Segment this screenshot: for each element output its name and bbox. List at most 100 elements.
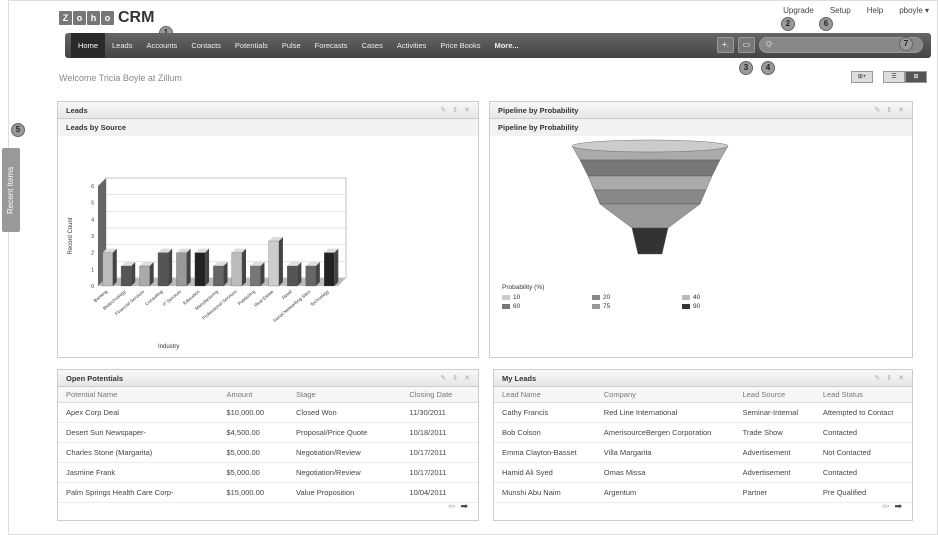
- record-link[interactable]: Bob Colson: [494, 422, 596, 443]
- potential-row[interactable]: Desert Sun Newspaper- $4,500.00 Proposal/P…: [58, 422, 478, 443]
- bar[interactable]: [305, 265, 316, 287]
- bar[interactable]: [287, 265, 298, 287]
- table-cell: Seminar-Internal: [734, 402, 815, 423]
- tab-activities[interactable]: Activities: [390, 33, 434, 58]
- edit-icon[interactable]: ✎: [440, 106, 446, 114]
- table-cell: AmerisourceBergen Corporation: [595, 422, 735, 443]
- funnel-segment[interactable]: [587, 175, 713, 191]
- grid-view-icon[interactable]: ⊞: [905, 71, 927, 83]
- lead-row[interactable]: Bob Colson AmerisourceBergen Corporation T…: [494, 422, 912, 443]
- myleads-pager: ⇦ ➡: [882, 501, 902, 512]
- bar[interactable]: [194, 252, 206, 287]
- setup-link[interactable]: Setup: [830, 6, 851, 15]
- bar[interactable]: [231, 252, 243, 287]
- tab-forecasts[interactable]: Forecasts: [308, 33, 355, 58]
- recent-items-tab[interactable]: Recent Items: [2, 148, 20, 232]
- close-icon[interactable]: ✕: [898, 106, 904, 114]
- record-link[interactable]: Charles Stone (Margarita): [58, 442, 219, 463]
- edit-icon[interactable]: ✎: [874, 106, 880, 114]
- column-header[interactable]: Company: [595, 387, 735, 403]
- myleads-panel-title: My Leads: [502, 373, 537, 383]
- move-icon[interactable]: ⇕: [452, 374, 458, 382]
- column-header[interactable]: Stage: [288, 387, 402, 403]
- y-axis-label: Record Count: [68, 217, 74, 254]
- tab-accounts[interactable]: Accounts: [139, 33, 184, 58]
- funnel-segment[interactable]: [579, 159, 721, 177]
- potential-row[interactable]: Charles Stone (Margarita) $5,000.00 Negoti…: [58, 442, 478, 463]
- bar[interactable]: [120, 265, 132, 287]
- bar[interactable]: [139, 265, 150, 287]
- record-link[interactable]: Emma Clayton-Basset: [494, 442, 596, 463]
- record-link[interactable]: Munshi Abu Naim: [494, 482, 596, 503]
- record-link[interactable]: Apex Corp Deal: [58, 402, 219, 423]
- bar[interactable]: [176, 252, 187, 287]
- help-link[interactable]: Help: [867, 6, 883, 15]
- close-icon[interactable]: ✕: [464, 374, 470, 382]
- next-page-icon[interactable]: ➡: [894, 501, 902, 512]
- funnel-segment[interactable]: [631, 227, 669, 255]
- tab-contacts[interactable]: Contacts: [184, 33, 228, 58]
- table-cell: Closed Won: [288, 402, 402, 423]
- table-cell: $5,000.00: [218, 462, 289, 483]
- lead-row[interactable]: Emma Clayton-Basset Villa Margarita Advert…: [494, 442, 912, 463]
- prev-page-icon[interactable]: ⇦: [448, 501, 456, 512]
- record-link[interactable]: Hamid Ali Syed: [494, 462, 596, 483]
- x-axis-label: Industry: [158, 344, 179, 350]
- potential-row[interactable]: Palm Springs Health Care Corp- $15,000.00…: [58, 482, 478, 503]
- zoho-crm-logo[interactable]: Z o h o CRM: [59, 9, 154, 27]
- tab-more[interactable]: More...: [487, 33, 525, 58]
- move-icon[interactable]: ⇕: [452, 106, 458, 114]
- add-component-button[interactable]: ⊞+: [851, 71, 873, 83]
- column-header[interactable]: Amount: [218, 387, 289, 403]
- bar[interactable]: [102, 252, 113, 287]
- tab-home[interactable]: Home: [71, 33, 106, 58]
- lead-row[interactable]: Munshi Abu Naim Argentum Partner Pre Qualif…: [494, 482, 912, 503]
- edit-icon[interactable]: ✎: [874, 374, 880, 382]
- y-tick-label: 1: [91, 267, 94, 273]
- tab-pulse[interactable]: Pulse: [275, 33, 308, 58]
- record-link[interactable]: Palm Springs Health Care Corp-: [58, 482, 219, 503]
- move-icon[interactable]: ⇕: [886, 106, 892, 114]
- table-cell: Contacted: [814, 462, 912, 483]
- prev-page-icon[interactable]: ⇦: [882, 501, 890, 512]
- edit-icon[interactable]: ✎: [440, 374, 446, 382]
- table-cell: Partner: [734, 482, 815, 503]
- lead-row[interactable]: Hamid Ali Syed Omas Missa Advertisement Con…: [494, 462, 912, 483]
- column-header[interactable]: Lead Name: [494, 387, 596, 403]
- bar[interactable]: [157, 252, 169, 287]
- y-tick-label: 4: [91, 217, 94, 223]
- close-icon[interactable]: ✕: [464, 106, 470, 114]
- move-icon[interactable]: ⇕: [886, 374, 892, 382]
- y-tick-label: 3: [91, 234, 94, 240]
- funnel-segment[interactable]: [593, 189, 707, 205]
- bar[interactable]: [268, 240, 280, 287]
- upgrade-link[interactable]: Upgrade: [783, 6, 814, 15]
- user-menu[interactable]: pboyle ▾: [899, 6, 929, 15]
- list-view-icon[interactable]: ☰: [883, 71, 905, 83]
- tab-potentials[interactable]: Potentials: [228, 33, 275, 58]
- column-header[interactable]: Lead Status: [814, 387, 912, 403]
- bar[interactable]: [213, 265, 224, 287]
- tab-cases[interactable]: Cases: [355, 33, 390, 58]
- record-link[interactable]: Jasmine Frank: [58, 462, 219, 483]
- lead-row[interactable]: Cathy Francis Red Line International Semin…: [494, 402, 912, 423]
- legend-swatch: [502, 304, 510, 309]
- close-icon[interactable]: ✕: [898, 374, 904, 382]
- next-page-icon[interactable]: ➡: [460, 501, 468, 512]
- bar[interactable]: [324, 252, 335, 287]
- funnel-segment[interactable]: [599, 203, 701, 229]
- record-link[interactable]: Cathy Francis: [494, 402, 596, 423]
- record-link[interactable]: Desert Sun Newspaper-: [58, 422, 219, 443]
- column-header[interactable]: Potential Name: [58, 387, 219, 403]
- calendar-icon[interactable]: ▭: [738, 37, 755, 53]
- bar[interactable]: [250, 265, 261, 287]
- tab-leads[interactable]: Leads: [105, 33, 139, 58]
- column-header[interactable]: Lead Source: [734, 387, 815, 403]
- logo-letter: o: [101, 11, 114, 25]
- table-cell: 10/04/2011: [401, 482, 478, 503]
- potential-row[interactable]: Apex Corp Deal $10,000.00 Closed Won 11/30/…: [58, 402, 478, 423]
- tab-price-books[interactable]: Price Books: [433, 33, 487, 58]
- column-header[interactable]: Closing Date: [401, 387, 478, 403]
- quick-create-button[interactable]: +.: [717, 37, 734, 53]
- potential-row[interactable]: Jasmine Frank $5,000.00 Negotiation/Review…: [58, 462, 478, 483]
